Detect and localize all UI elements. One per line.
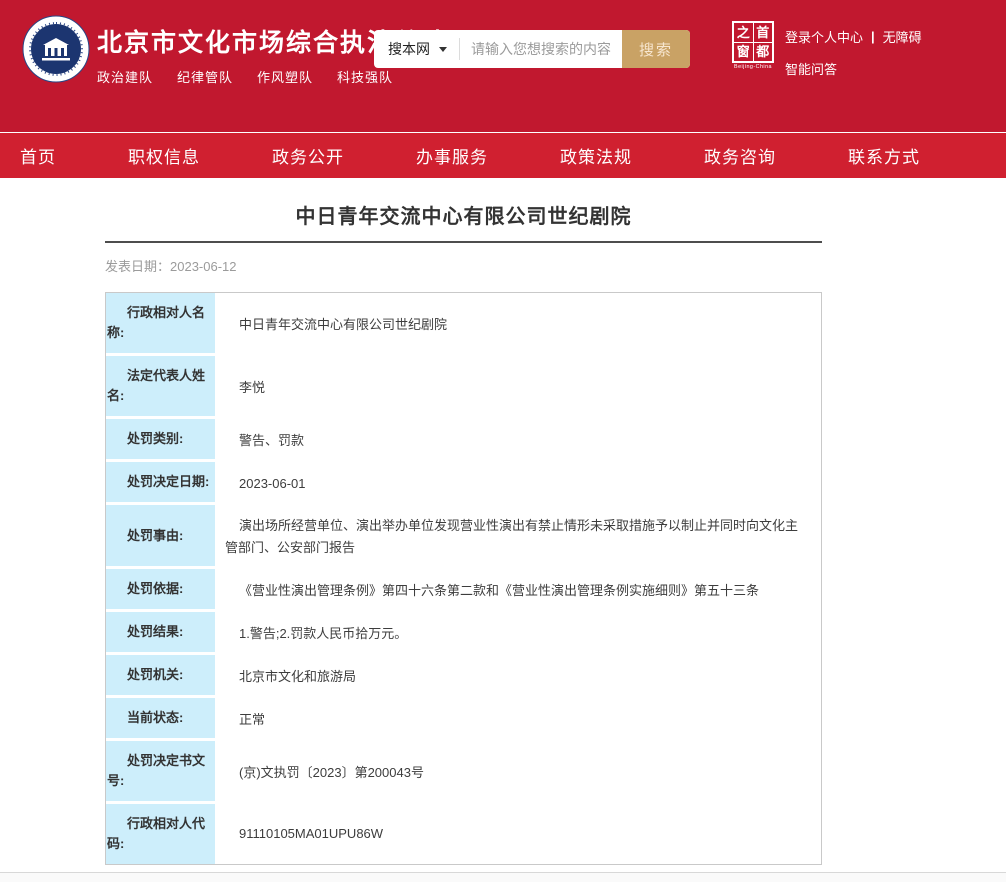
row-value: 李悦 <box>215 356 821 419</box>
header-links: 登录个人中心 | 无障碍 智能问答 <box>785 27 922 78</box>
row-label: 法定代表人姓名: <box>106 356 215 419</box>
row-label: 处罚依据: <box>106 569 215 612</box>
row-value: 《营业性演出管理条例》第四十六条第二款和《营业性演出管理条例实施细则》第五十三条 <box>215 569 821 612</box>
table-row: 处罚事由: 演出场所经营单位、演出举办单位发现营业性演出有禁止情形未采取措施予以… <box>106 505 821 569</box>
main-content: 中日青年交流中心有限公司世纪剧院 发表日期：2023-06-12 行政相对人名称… <box>0 178 1006 882</box>
row-value: 91110105MA01UPU86W <box>215 804 821 864</box>
search-scope-label: 搜本网 <box>388 39 430 59</box>
slogan-item: 作风塑队 <box>257 67 313 86</box>
page-title: 中日青年交流中心有限公司世纪剧院 <box>105 200 822 229</box>
links-separator: | <box>871 29 875 44</box>
table-row: 法定代表人姓名: 李悦 <box>106 356 821 419</box>
row-value: 1.警告;2.罚款人民币拾万元。 <box>215 612 821 655</box>
row-value: 正常 <box>215 698 821 741</box>
row-label: 处罚类别: <box>106 419 215 462</box>
row-label: 行政相对人名称: <box>106 293 215 356</box>
nav-item-services[interactable]: 办事服务 <box>416 143 488 168</box>
table-row: 当前状态: 正常 <box>106 698 821 741</box>
row-label: 当前状态: <box>106 698 215 741</box>
seal-char: 之 <box>734 23 753 42</box>
table-row: 处罚结果: 1.警告;2.罚款人民币拾万元。 <box>106 612 821 655</box>
row-value: 警告、罚款 <box>215 419 821 462</box>
row-label: 处罚事由: <box>106 505 215 569</box>
site-header: 北京市文化市场综合执法总队 政治建队 纪律管队 作风塑队 科技强队 搜本网 搜索… <box>0 0 1006 132</box>
nav-item-contact[interactable]: 联系方式 <box>848 143 920 168</box>
table-row: 处罚决定日期: 2023-06-01 <box>106 462 821 505</box>
table-row: 行政相对人代码: 91110105MA01UPU86W <box>106 804 821 864</box>
nav-item-consultation[interactable]: 政务咨询 <box>704 143 776 168</box>
row-label: 处罚机关: <box>106 655 215 698</box>
search-scope-dropdown[interactable]: 搜本网 <box>374 39 459 59</box>
login-personal-center-link[interactable]: 登录个人中心 <box>785 27 863 46</box>
slogan-item: 科技强队 <box>337 67 393 86</box>
row-value: 演出场所经营单位、演出举办单位发现营业性演出有禁止情形未采取措施予以制止并同时向… <box>215 505 821 569</box>
agency-logo-icon <box>22 15 90 83</box>
publish-date-label: 发表日期： <box>105 259 170 274</box>
penalty-info-table: 行政相对人名称: 中日青年交流中心有限公司世纪剧院 法定代表人姓名: 李悦 处罚… <box>105 292 822 865</box>
nav-item-authority-info[interactable]: 职权信息 <box>128 143 200 168</box>
title-rule <box>105 241 822 243</box>
row-value: 2023-06-01 <box>215 462 821 505</box>
accessibility-link[interactable]: 无障碍 <box>883 27 922 46</box>
chevron-down-icon <box>439 47 447 52</box>
row-value: (京)文执罚〔2023〕第200043号 <box>215 741 821 804</box>
publish-date-value: 2023-06-12 <box>170 259 237 274</box>
nav-item-home[interactable]: 首页 <box>20 143 56 168</box>
nav-item-gov-disclosure[interactable]: 政务公开 <box>272 143 344 168</box>
site-slogans: 政治建队 纪律管队 作风塑队 科技强队 <box>97 67 448 86</box>
footer-strip <box>0 872 1006 882</box>
slogan-item: 政治建队 <box>97 67 153 86</box>
nav-item-policies[interactable]: 政策法规 <box>560 143 632 168</box>
seal-char: 首 <box>754 23 773 42</box>
row-label: 行政相对人代码: <box>106 804 215 864</box>
publish-date: 发表日期：2023-06-12 <box>105 256 822 275</box>
seal-char: 都 <box>754 43 773 62</box>
smart-qa-link[interactable]: 智能问答 <box>785 62 837 77</box>
main-nav: 首页 职权信息 政务公开 办事服务 政策法规 政务咨询 联系方式 <box>0 133 1006 178</box>
seal-caption: Beijing-China <box>732 64 773 69</box>
slogan-item: 纪律管队 <box>177 67 233 86</box>
capital-window-seal[interactable]: 之 首 窗 都 Beijing-China <box>730 21 776 70</box>
search-bar: 搜本网 搜索 <box>374 30 690 68</box>
row-label: 处罚结果: <box>106 612 215 655</box>
search-button[interactable]: 搜索 <box>622 30 690 68</box>
search-input[interactable] <box>460 41 622 57</box>
row-label: 处罚决定书文号: <box>106 741 215 804</box>
table-row: 处罚决定书文号: (京)文执罚〔2023〕第200043号 <box>106 741 821 804</box>
table-row: 处罚类别: 警告、罚款 <box>106 419 821 462</box>
row-value: 中日青年交流中心有限公司世纪剧院 <box>215 293 821 356</box>
row-value: 北京市文化和旅游局 <box>215 655 821 698</box>
seal-grid-icon: 之 首 窗 都 <box>732 21 774 63</box>
row-label: 处罚决定日期: <box>106 462 215 505</box>
table-row: 处罚机关: 北京市文化和旅游局 <box>106 655 821 698</box>
table-row: 行政相对人名称: 中日青年交流中心有限公司世纪剧院 <box>106 293 821 356</box>
table-row: 处罚依据: 《营业性演出管理条例》第四十六条第二款和《营业性演出管理条例实施细则… <box>106 569 821 612</box>
seal-char: 窗 <box>734 43 753 62</box>
